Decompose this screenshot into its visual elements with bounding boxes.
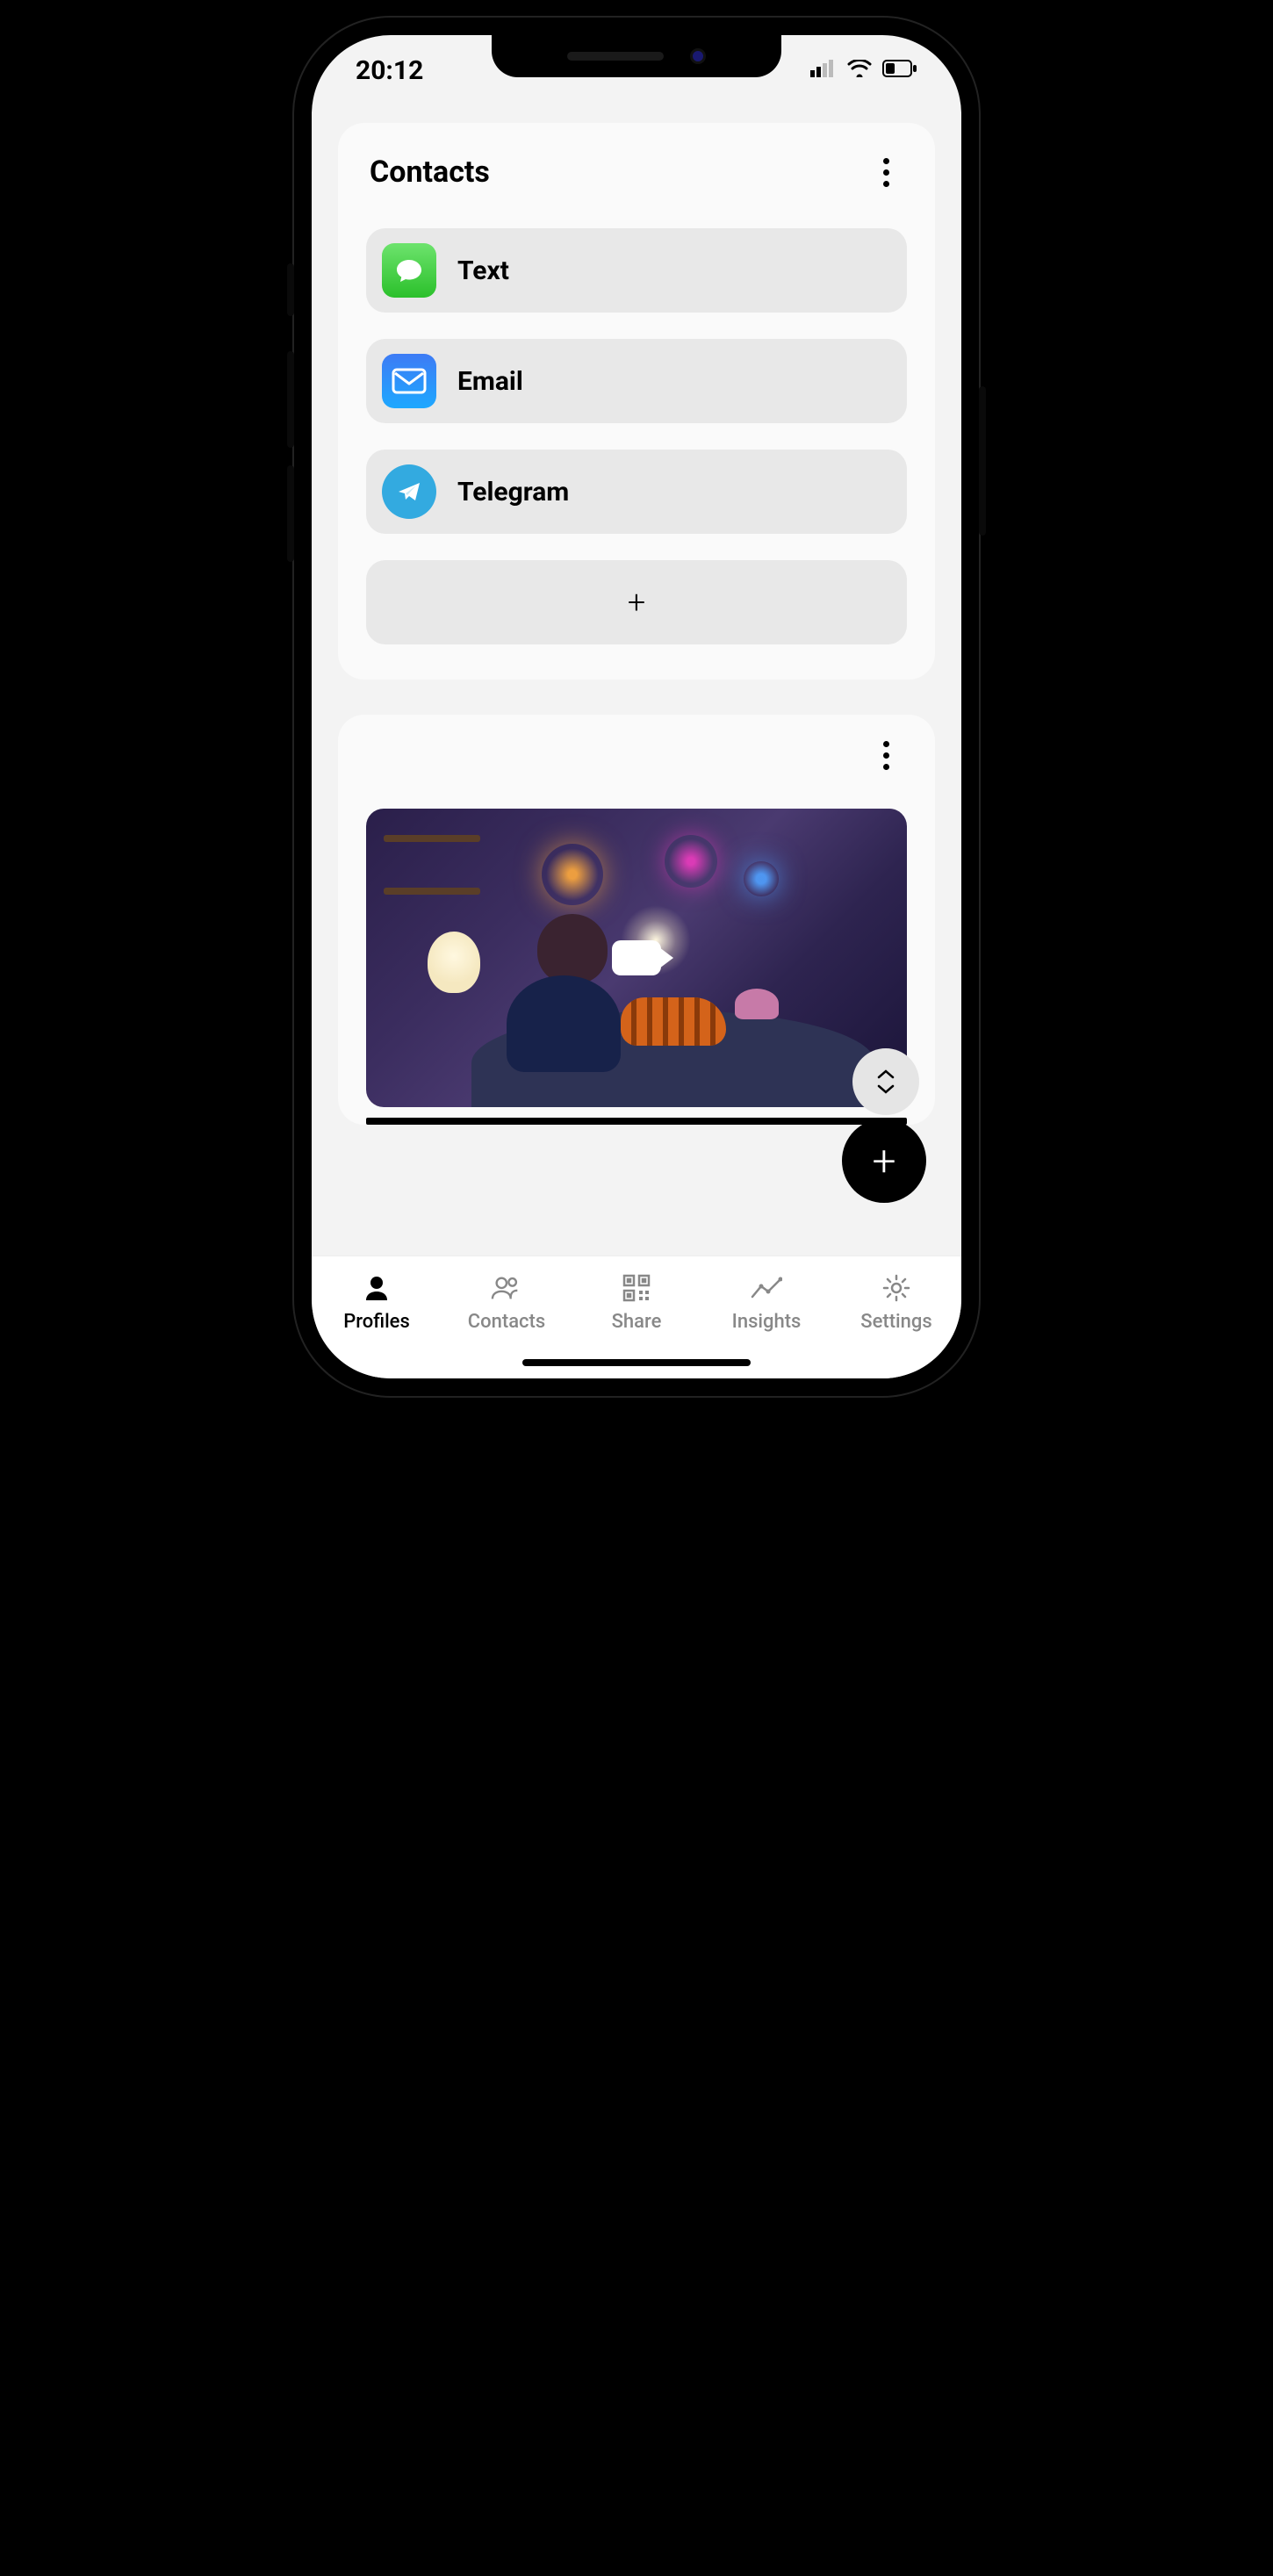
status-icons	[810, 60, 917, 81]
more-dots-icon	[883, 741, 889, 747]
illustration-firework	[744, 861, 779, 896]
contacts-more-button[interactable]	[868, 158, 903, 187]
media-scroll-indicator	[366, 1118, 907, 1125]
chevron-down-icon	[875, 1083, 896, 1095]
illustration-lamp	[428, 932, 480, 993]
tab-label: Share	[612, 1311, 662, 1333]
qr-icon	[621, 1272, 652, 1304]
tab-insights[interactable]: Insights	[709, 1272, 823, 1333]
volume-down	[287, 465, 294, 562]
messages-icon	[382, 243, 436, 298]
illustration-shelf	[384, 835, 480, 842]
tab-label: Profiles	[343, 1311, 410, 1333]
speaker	[567, 52, 664, 61]
tab-share[interactable]: Share	[579, 1272, 694, 1333]
chevron-up-icon	[875, 1069, 896, 1081]
screen: 20:12 Contacts	[312, 35, 961, 1378]
contact-row-text[interactable]: Text	[366, 228, 907, 313]
more-dots-icon	[883, 158, 889, 164]
contact-row-label: Text	[457, 255, 509, 286]
illustration-shelf	[384, 888, 480, 895]
front-camera	[690, 48, 706, 64]
media-more-button[interactable]	[868, 741, 903, 770]
contacts-icon	[491, 1272, 522, 1304]
battery-icon	[882, 60, 917, 81]
notch	[492, 35, 781, 77]
illustration-firework	[542, 844, 603, 905]
mute-switch	[287, 263, 294, 316]
status-time: 20:12	[356, 55, 423, 86]
volume-up	[287, 351, 294, 448]
media-thumbnail[interactable]	[366, 809, 907, 1107]
contact-row-email[interactable]: Email	[366, 339, 907, 423]
home-indicator[interactable]	[522, 1359, 751, 1366]
tab-contacts[interactable]: Contacts	[450, 1272, 564, 1333]
signal-icon	[810, 60, 837, 81]
tab-settings[interactable]: Settings	[839, 1272, 953, 1333]
add-contact-button[interactable]: +	[366, 560, 907, 644]
illustration-firework	[665, 835, 717, 888]
phone-frame: 20:12 Contacts	[294, 18, 979, 1396]
plus-icon: +	[872, 1136, 895, 1186]
tab-label: Contacts	[468, 1311, 545, 1333]
contact-row-telegram[interactable]: Telegram	[366, 450, 907, 534]
plus-icon: +	[628, 584, 645, 621]
power-button	[979, 386, 986, 536]
contact-row-label: Telegram	[457, 477, 569, 507]
tab-label: Settings	[860, 1311, 931, 1333]
tab-profiles[interactable]: Profiles	[320, 1272, 434, 1333]
telegram-icon	[382, 464, 436, 519]
contacts-title: Contacts	[370, 155, 490, 190]
contacts-card: Contacts Text Email	[338, 123, 935, 680]
wifi-icon	[847, 60, 872, 81]
reorder-fab[interactable]	[852, 1048, 919, 1115]
gear-icon	[881, 1272, 912, 1304]
illustration-decor	[735, 989, 779, 1019]
insights-icon	[751, 1272, 782, 1304]
mail-icon	[382, 354, 436, 408]
tab-label: Insights	[732, 1311, 802, 1333]
add-fab[interactable]: +	[842, 1119, 926, 1203]
media-card	[338, 715, 935, 1125]
illustration-cat	[621, 997, 726, 1046]
video-icon	[612, 940, 661, 975]
profile-icon	[361, 1272, 392, 1304]
illustration-person	[507, 914, 638, 1072]
contact-row-label: Email	[457, 366, 523, 397]
